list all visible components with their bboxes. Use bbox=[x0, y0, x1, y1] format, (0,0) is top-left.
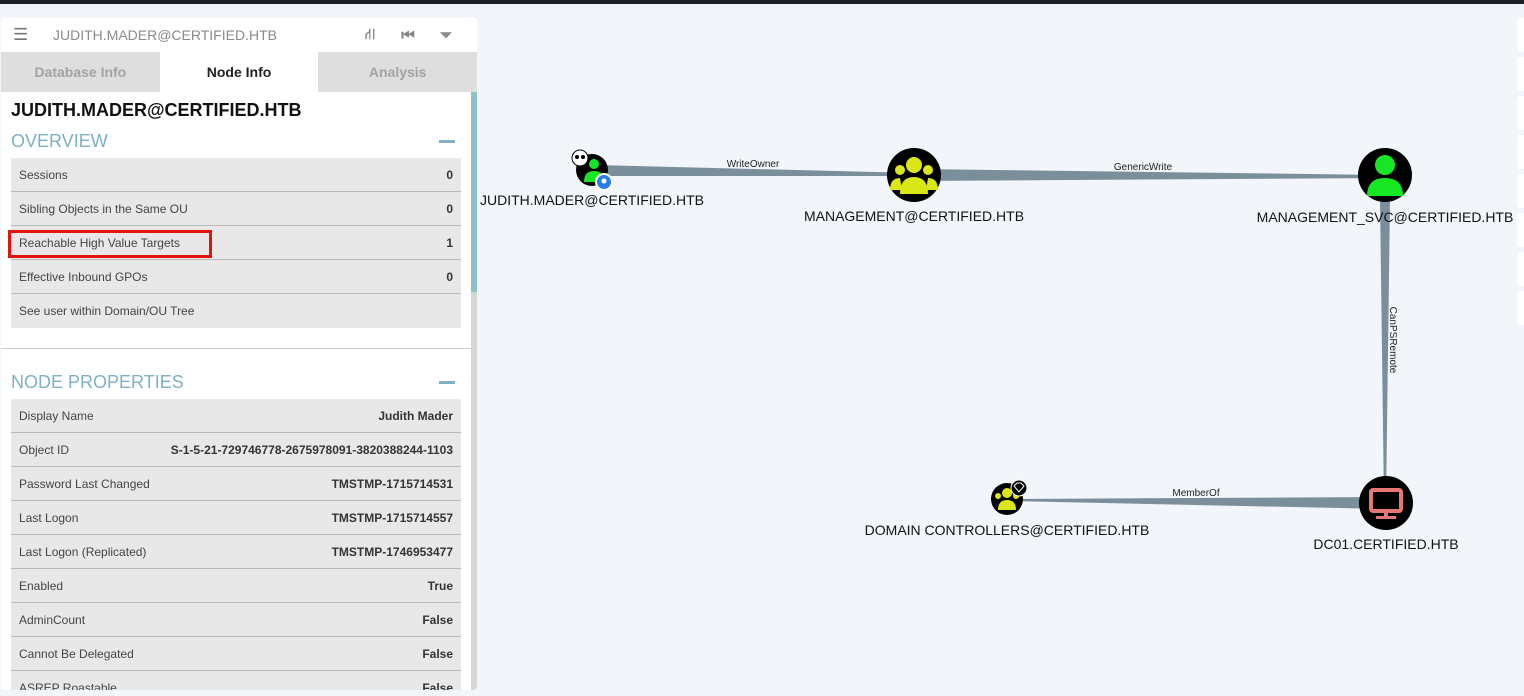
property-row: Enabled True bbox=[11, 569, 461, 603]
node-label: DOMAIN CONTROLLERS@CERTIFIED.HTB bbox=[865, 522, 1150, 538]
skull-icon bbox=[571, 149, 589, 167]
collapse-icon[interactable] bbox=[439, 139, 455, 143]
tab-bar: Database Info Node Info Analysis bbox=[1, 52, 477, 92]
tab-node-info[interactable]: Node Info bbox=[159, 52, 319, 92]
node-judith[interactable]: JUDITH.MADER@CERTIFIED.HTB bbox=[480, 149, 704, 208]
edge-label: CanPSRemote bbox=[1387, 307, 1398, 374]
section-title: OVERVIEW bbox=[11, 130, 108, 151]
row-label: Cannot Be Delegated bbox=[19, 646, 134, 661]
row-value: Judith Mader bbox=[378, 408, 453, 423]
row-value: False bbox=[422, 680, 453, 691]
property-row: AdminCount False bbox=[11, 603, 461, 637]
side-tool-button[interactable] bbox=[1517, 213, 1524, 247]
node-label: MANAGEMENT_SVC@CERTIFIED.HTB bbox=[1257, 209, 1514, 225]
overview-row-sessions[interactable]: Sessions 0 bbox=[11, 158, 461, 192]
node-title: JUDITH.MADER@CERTIFIED.HTB bbox=[11, 100, 302, 120]
side-tool-button[interactable] bbox=[1517, 57, 1524, 91]
overview-header[interactable]: OVERVIEW bbox=[11, 124, 461, 158]
node-label: JUDITH.MADER@CERTIFIED.HTB bbox=[480, 192, 704, 208]
overview-row-reachable-hvt[interactable]: Reachable High Value Targets 1 bbox=[8, 226, 461, 260]
node-dc01[interactable]: DC01.CERTIFIED.HTB bbox=[1313, 476, 1459, 552]
back-icon[interactable]: ⏮ bbox=[389, 27, 427, 44]
row-label: Sibling Objects in the Same OU bbox=[19, 201, 188, 216]
scrollbar-thumb[interactable] bbox=[471, 92, 477, 292]
row-value: TMSTMP-1715714531 bbox=[331, 476, 453, 491]
node-properties-header[interactable]: NODE PROPERTIES bbox=[11, 365, 461, 399]
row-value: S-1-5-21-729746778-2675978091-3820388244… bbox=[170, 442, 453, 457]
row-label: ASREP Roastable bbox=[19, 680, 117, 691]
panel-header: ☰ JUDITH.MADER@CERTIFIED.HTB ⛙ ⏮ ⏷ bbox=[1, 18, 477, 52]
menu-icon[interactable]: ☰ bbox=[13, 25, 53, 45]
row-value[interactable]: 1 bbox=[446, 236, 453, 250]
row-label: Display Name bbox=[19, 408, 94, 423]
row-label: Effective Inbound GPOs bbox=[19, 269, 148, 284]
side-tool-button[interactable] bbox=[1517, 135, 1524, 169]
search-input[interactable]: JUDITH.MADER@CERTIFIED.HTB bbox=[53, 27, 351, 43]
property-row: ASREP Roastable False bbox=[11, 671, 461, 690]
row-value: TMSTMP-1715714557 bbox=[331, 510, 453, 525]
row-label: Password Last Changed bbox=[19, 476, 150, 491]
node-info-content: JUDITH.MADER@CERTIFIED.HTB OVERVIEW Sess… bbox=[1, 92, 471, 690]
row-label: AdminCount bbox=[19, 612, 86, 627]
row-value: True bbox=[427, 578, 453, 593]
row-label: Last Logon (Replicated) bbox=[19, 544, 147, 559]
overview-row-sibling-objects[interactable]: Sibling Objects in the Same OU 0 bbox=[11, 192, 461, 226]
node-info-panel: ☰ JUDITH.MADER@CERTIFIED.HTB ⛙ ⏮ ⏷ Datab… bbox=[1, 18, 477, 690]
tab-analysis[interactable]: Analysis bbox=[318, 52, 477, 92]
tab-database-info[interactable]: Database Info bbox=[1, 52, 160, 92]
property-row: Last Logon TMSTMP-1715714557 bbox=[11, 501, 461, 535]
node-management-svc[interactable]: MANAGEMENT_SVC@CERTIFIED.HTB bbox=[1257, 148, 1514, 225]
diamond-icon bbox=[1010, 479, 1028, 497]
side-tool-button[interactable] bbox=[1517, 252, 1524, 286]
side-tool-button[interactable] bbox=[1517, 174, 1524, 208]
highlight-box bbox=[8, 230, 212, 258]
row-value[interactable]: 0 bbox=[446, 270, 453, 284]
side-tool-button[interactable] bbox=[1517, 18, 1524, 52]
row-value: False bbox=[422, 612, 453, 627]
row-value: TMSTMP-1746953477 bbox=[331, 544, 453, 559]
row-value[interactable]: 0 bbox=[446, 202, 453, 216]
collapse-icon[interactable] bbox=[439, 380, 455, 384]
properties-table: Display Name Judith Mader Object ID S-1-5-… bbox=[11, 399, 461, 690]
edge-label: WriteOwner bbox=[727, 159, 780, 170]
node-label: MANAGEMENT@CERTIFIED.HTB bbox=[804, 208, 1024, 224]
row-label: See user within Domain/OU Tree bbox=[19, 304, 195, 318]
edge-label: GenericWrite bbox=[1114, 162, 1173, 173]
property-row: Object ID S-1-5-21-729746778-2675978091-3… bbox=[11, 433, 461, 467]
overview-row-ou-tree[interactable]: See user within Domain/OU Tree bbox=[11, 294, 461, 328]
property-row: Display Name Judith Mader bbox=[11, 399, 461, 433]
divider bbox=[1, 348, 471, 349]
property-row: Cannot Be Delegated False bbox=[11, 637, 461, 671]
row-value[interactable]: 0 bbox=[446, 168, 453, 182]
property-row: Password Last Changed TMSTMP-1715714531 bbox=[11, 467, 461, 501]
side-tool-button[interactable] bbox=[1517, 96, 1524, 130]
filter-icon[interactable]: ⏷ bbox=[427, 27, 465, 44]
side-tool-button[interactable] bbox=[1517, 291, 1524, 325]
section-title: NODE PROPERTIES bbox=[11, 371, 184, 392]
property-row: Last Logon (Replicated) TMSTMP-1746953477 bbox=[11, 535, 461, 569]
node-management[interactable]: MANAGEMENT@CERTIFIED.HTB bbox=[804, 148, 1024, 224]
row-label: Sessions bbox=[19, 167, 68, 182]
row-label: Enabled bbox=[19, 578, 64, 593]
edge-label: MemberOf bbox=[1172, 488, 1219, 499]
overview-table: Sessions 0 Sibling Objects in the Same OU… bbox=[8, 158, 461, 328]
row-label: Last Logon bbox=[19, 510, 79, 525]
node-domain-controllers[interactable]: DOMAIN CONTROLLERS@CERTIFIED.HTB bbox=[865, 479, 1150, 538]
overview-row-inbound-gpos[interactable]: Effective Inbound GPOs 0 bbox=[11, 260, 461, 294]
row-value: False bbox=[422, 646, 453, 661]
node-label: DC01.CERTIFIED.HTB bbox=[1313, 536, 1458, 552]
pathfinding-icon[interactable]: ⛙ bbox=[351, 26, 389, 45]
scrollbar[interactable] bbox=[471, 92, 477, 690]
row-label: Object ID bbox=[19, 442, 70, 457]
